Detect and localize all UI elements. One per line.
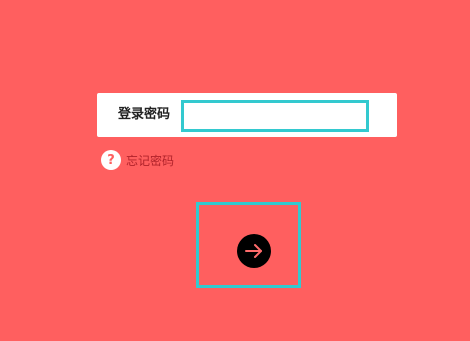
login-card: 登录密码 [97, 93, 397, 137]
help-icon: ? [101, 150, 121, 170]
password-input[interactable] [181, 100, 369, 132]
forgot-password-link[interactable]: ? 忘记密码 [101, 150, 174, 170]
login-submit-area[interactable] [196, 202, 301, 288]
login-submit-button[interactable] [237, 234, 271, 268]
forgot-password-label: 忘记密码 [126, 153, 175, 168]
password-label: 登录密码 [118, 107, 171, 122]
arrow-right-icon [245, 244, 262, 258]
